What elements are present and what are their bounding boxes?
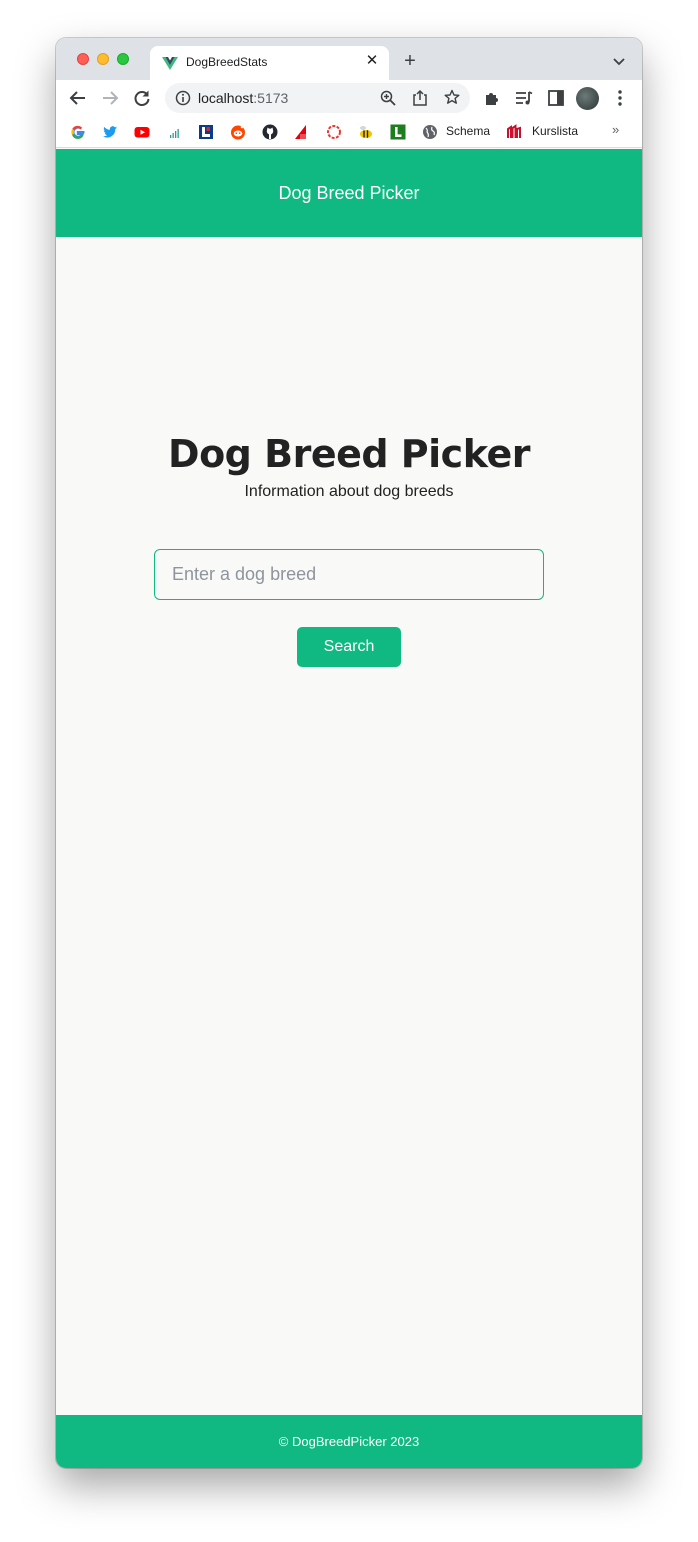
reddit-icon[interactable] [230,124,246,140]
info-icon[interactable] [175,90,191,106]
minimize-window-button[interactable] [97,53,109,65]
page-subtitle: Information about dog breeds [244,483,454,500]
url-text: localhost:5173 [198,90,288,106]
youtube-icon[interactable] [134,124,150,140]
reading-list-icon[interactable] [514,88,534,108]
twitter-icon[interactable] [102,124,118,140]
vue-logo-icon [162,57,178,70]
stats-icon[interactable] [166,124,182,140]
globe-icon[interactable] [422,124,438,140]
bookmarks-bar: Schema Kurslista » [56,116,642,148]
more-bookmarks-icon[interactable]: » [612,122,619,137]
google-icon[interactable] [70,124,86,140]
bookmark-kurslista-label[interactable]: Kurslista [532,124,578,138]
l-square-icon[interactable] [198,124,214,140]
search-button[interactable]: Search [297,627,401,667]
side-panel-icon[interactable] [546,88,566,108]
chevron-down-icon[interactable] [611,53,627,69]
address-bar[interactable]: localhost:5173 [165,83,470,113]
forward-icon[interactable] [100,88,120,108]
csn-icon[interactable] [294,124,310,140]
maximize-window-button[interactable] [117,53,129,65]
url-host: localhost [198,90,254,106]
bookmark-schema-label[interactable]: Schema [446,124,490,138]
page-title: Dog Breed Picker [168,432,530,476]
url-port: :5173 [253,90,289,106]
browser-toolbar: localhost:5173 [56,80,642,116]
app-footer: © DogBreedPicker 2023 [56,1415,642,1468]
bookmark-star-icon[interactable] [444,89,460,105]
back-icon[interactable] [68,88,88,108]
github-icon[interactable] [262,124,278,140]
browser-tab[interactable]: DogBreedStats ✕ [150,46,389,80]
l-green-icon[interactable] [390,124,406,140]
footer-copyright: © DogBreedPicker 2023 [278,1434,420,1449]
close-window-button[interactable] [77,53,89,65]
profile-avatar[interactable] [576,87,599,110]
app-header: Dog Breed Picker [56,149,642,237]
tab-strip: DogBreedStats ✕ + [56,38,642,80]
reload-icon[interactable] [132,88,152,108]
zoom-icon[interactable] [380,90,396,106]
browser-window: DogBreedStats ✕ + localhost:5173 Schema … [56,38,642,1468]
bee-icon[interactable] [358,124,374,140]
new-tab-button[interactable]: + [400,51,420,71]
m-logo-icon[interactable] [506,124,522,140]
kebab-menu-icon[interactable] [610,88,630,108]
header-title: Dog Breed Picker [278,183,420,203]
close-tab-icon[interactable]: ✕ [363,52,381,70]
page-content: Dog Breed Picker Dog Breed Picker Inform… [56,149,642,1468]
ring-icon[interactable] [326,124,342,140]
share-icon[interactable] [412,89,428,107]
extensions-icon[interactable] [482,88,502,108]
tab-title: DogBreedStats [186,55,268,69]
breed-search-input[interactable] [154,549,544,600]
